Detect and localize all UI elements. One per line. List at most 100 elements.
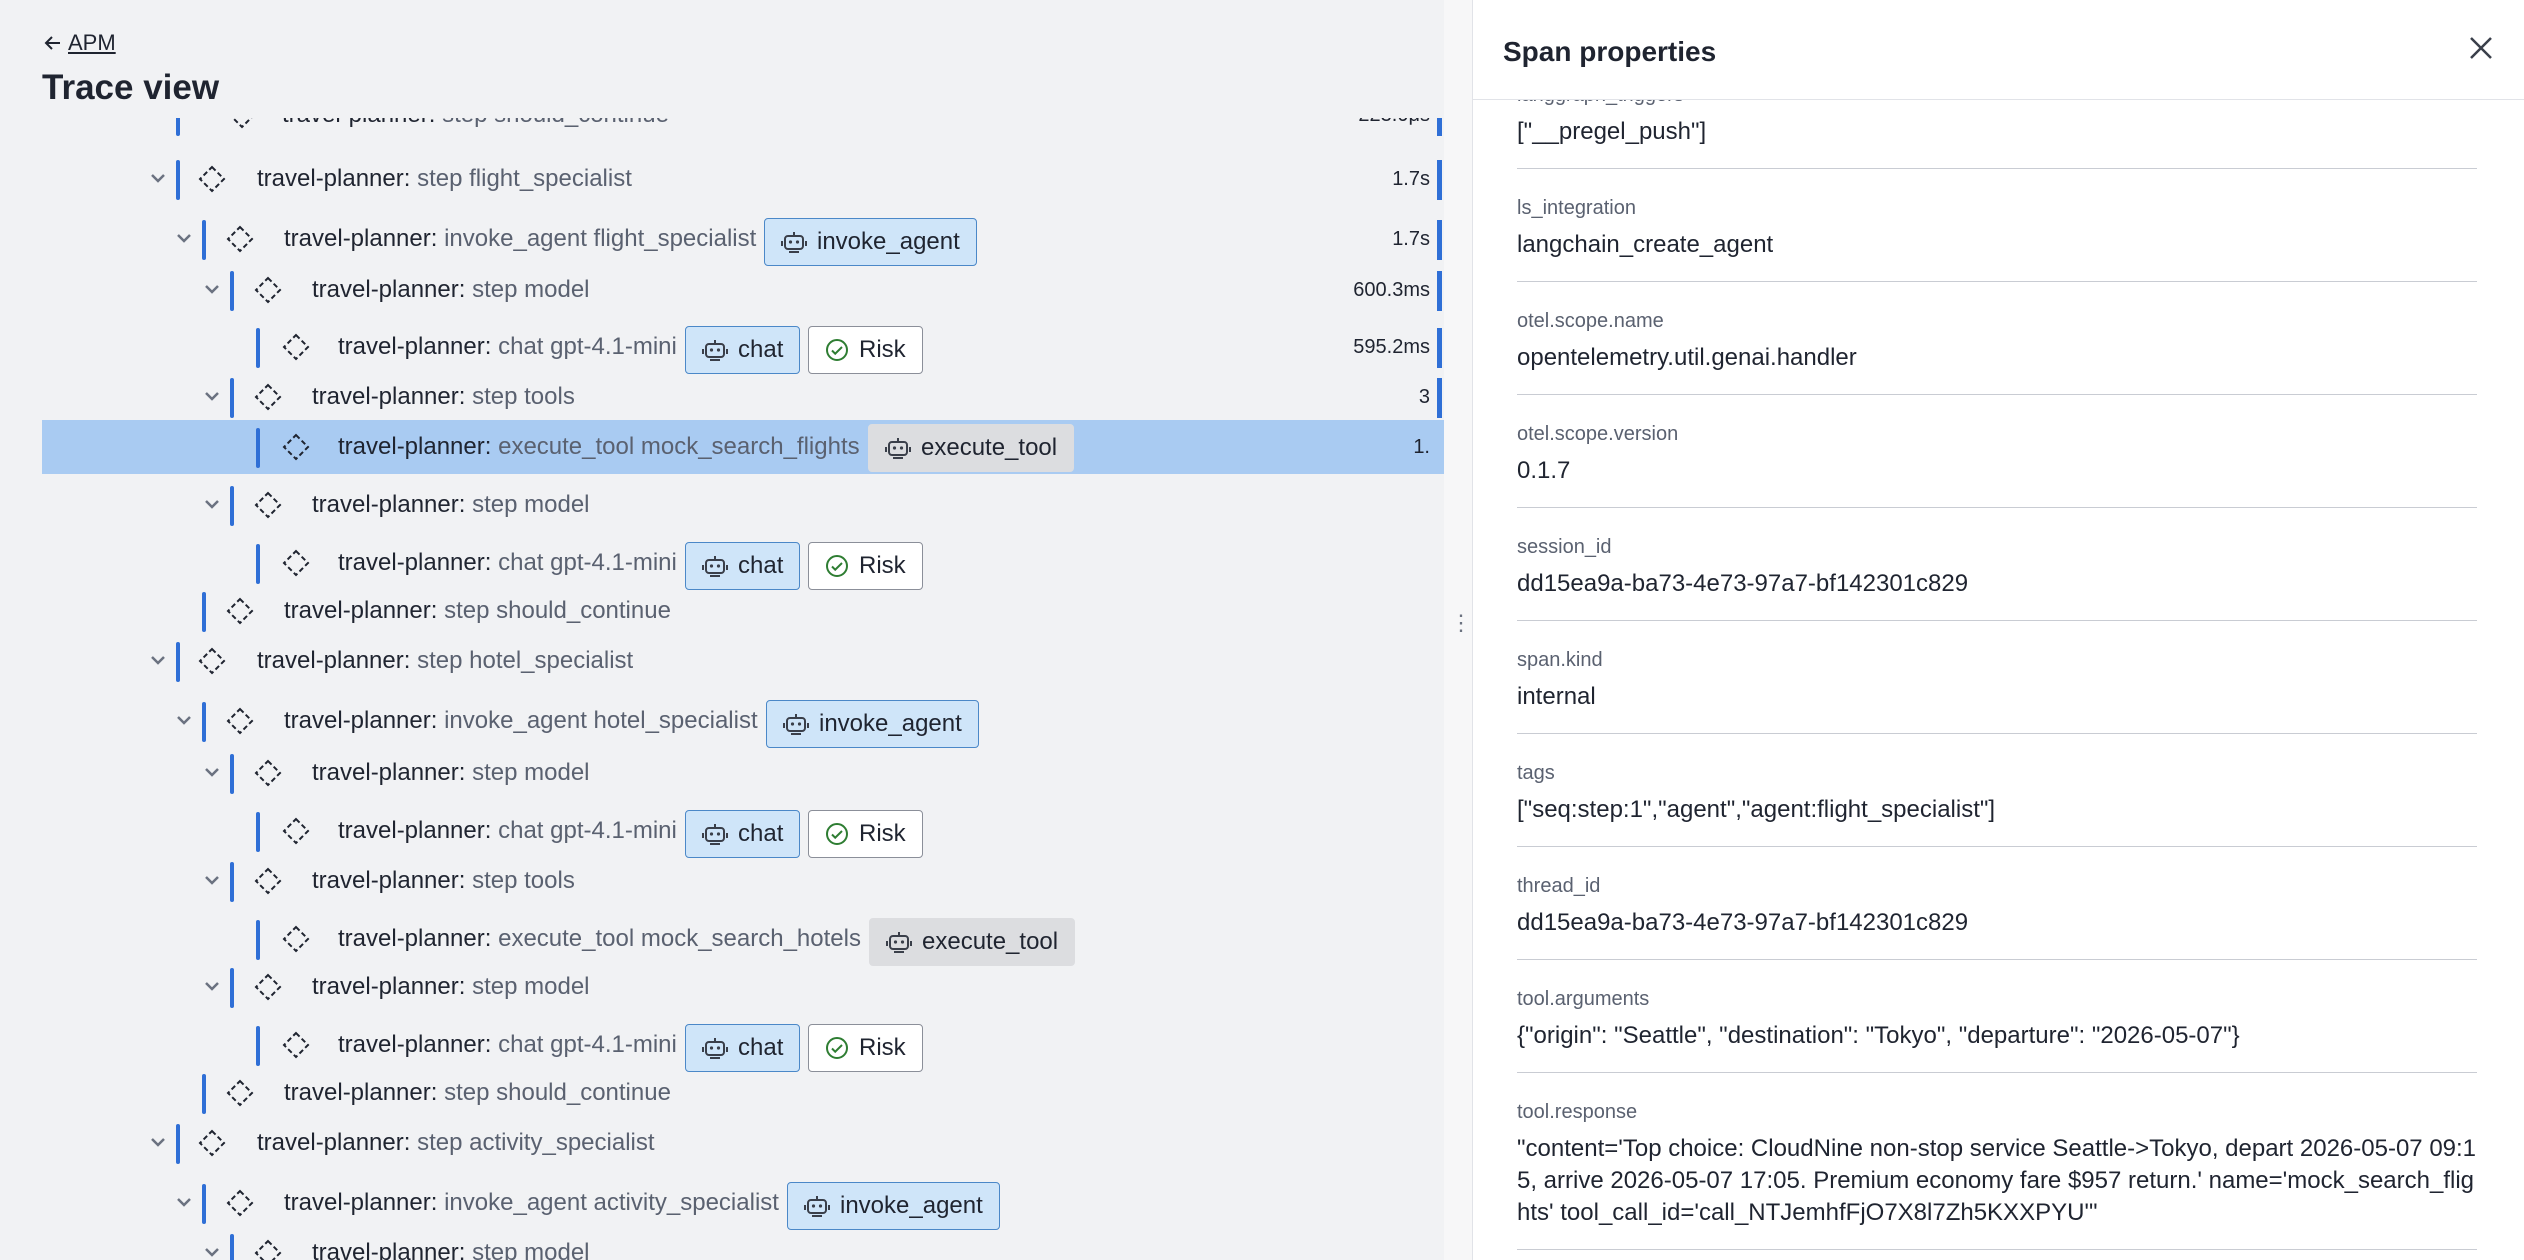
trace-row[interactable]: travel-planner: step should_continue (42, 1068, 1444, 1118)
duration-bar (1437, 118, 1442, 136)
badge-label: chat (738, 1034, 784, 1061)
trace-row[interactable]: travel-planner: step hotel_specialist (42, 636, 1444, 686)
chevron-down-icon[interactable] (200, 493, 224, 517)
trace-row[interactable]: travel-planner: step tools (42, 856, 1444, 906)
robot-icon (702, 556, 728, 577)
chat-badge[interactable]: chat (685, 542, 801, 590)
property-value: "content='Top choice: CloudNine non-stop… (1517, 1135, 2477, 1226)
tree-guide (202, 592, 206, 632)
robot-icon (702, 340, 728, 361)
robot-icon (783, 714, 809, 735)
trace-row[interactable]: travel-planner: step model (42, 962, 1444, 1012)
check-circle-icon (826, 339, 848, 361)
chevron-down-icon[interactable] (200, 1241, 224, 1260)
property-key: ls_integration (1517, 197, 1636, 219)
risk-badge[interactable]: Risk (808, 810, 923, 858)
trace-row[interactable]: travel-planner: chat gpt-4.1-mini chat Ris… (42, 806, 1444, 858)
chat-badge[interactable]: chat (685, 326, 801, 374)
chevron-down-icon[interactable] (146, 1131, 170, 1155)
risk-badge[interactable]: Risk (808, 1024, 923, 1072)
back-link[interactable]: APM (42, 30, 116, 56)
execute-tool-badge[interactable]: execute_tool (869, 918, 1076, 966)
tree-guide (202, 220, 206, 260)
tree-guide (256, 544, 260, 584)
duration-bar (1437, 378, 1442, 418)
invoke-agent-badge[interactable]: invoke_agent (764, 218, 977, 266)
risk-badge[interactable]: Risk (808, 542, 923, 590)
check-circle-icon (826, 555, 848, 577)
trace-row[interactable]: travel-planner: step model (42, 480, 1444, 530)
span-diamond-icon (282, 817, 310, 845)
span-name: travel-planner: step activity_specialist (257, 1129, 655, 1156)
chevron-down-icon[interactable] (172, 1191, 196, 1215)
chevron-down-icon[interactable] (200, 975, 224, 999)
chevron-down-icon[interactable] (200, 278, 224, 302)
trace-row[interactable]: travel-planner: invoke_agent flight_spec… (42, 214, 1444, 266)
span-diamond-icon (198, 1129, 226, 1157)
span-diamond-icon (282, 1031, 310, 1059)
risk-badge[interactable]: Risk (808, 326, 923, 374)
trace-row[interactable]: travel-planner: step model (42, 748, 1444, 798)
chevron-down-icon[interactable] (146, 167, 170, 191)
trace-row[interactable]: travel-planner: step flight_specialist 1.… (42, 154, 1444, 204)
panel-title: Span properties (1503, 36, 1717, 67)
chevron-down-icon[interactable] (172, 227, 196, 251)
invoke-agent-badge[interactable]: invoke_agent (787, 1182, 1000, 1230)
span-properties-panel: langgraph_triggers["__pregel_push"]ls_in… (1472, 0, 2524, 1260)
properties-list: langgraph_triggers["__pregel_push"]ls_in… (1517, 84, 2477, 1250)
invoke-agent-badge[interactable]: invoke_agent (766, 700, 979, 748)
trace-row-partial[interactable]: travel-planner: step should_continue 223… (42, 118, 1444, 140)
badge-label: execute_tool (922, 928, 1059, 955)
span-diamond-icon (254, 383, 282, 411)
span-duration: 3 (1418, 386, 1430, 408)
risk-label: Risk (859, 336, 906, 363)
chevron-down-icon[interactable] (200, 761, 224, 785)
property-value: dd15ea9a-ba73-4e73-97a7-bf142301c829 (1517, 909, 1969, 936)
property-value: langchain_create_agent (1517, 231, 1774, 258)
chat-badge[interactable]: chat (685, 1024, 801, 1072)
property-item: span.kind internal (1517, 621, 2477, 734)
span-name: travel-planner: step should_continue (284, 1079, 671, 1106)
property-value: dd15ea9a-ba73-4e73-97a7-bf142301c829 (1517, 570, 1969, 597)
span-diamond-icon (226, 225, 254, 253)
execute-tool-badge[interactable]: execute_tool (868, 424, 1075, 472)
trace-row[interactable]: travel-planner: invoke_agent hotel_speci… (42, 696, 1444, 748)
close-icon[interactable] (2465, 32, 2497, 64)
trace-row[interactable]: travel-planner: step tools 3 (42, 372, 1444, 422)
back-link-label[interactable]: APM (68, 30, 116, 56)
span-diamond-icon (226, 1079, 254, 1107)
trace-row[interactable]: travel-planner: chat gpt-4.1-mini chat Ris… (42, 1020, 1444, 1072)
badge-label: invoke_agent (840, 1192, 983, 1219)
span-name: travel-planner: chat gpt-4.1-mini (338, 333, 677, 360)
trace-row[interactable]: travel-planner: step should_continue (42, 586, 1444, 636)
panel-header: Span properties (1473, 0, 2524, 100)
chevron-down-icon[interactable] (146, 649, 170, 673)
badge-label: chat (738, 552, 784, 579)
property-value: internal (1517, 683, 1596, 710)
span-diamond-icon (231, 118, 253, 129)
tree-guide (230, 271, 234, 311)
span-name: travel-planner: step model (312, 1239, 590, 1260)
property-value: 0.1.7 (1517, 457, 1571, 484)
badge-label: invoke_agent (819, 710, 962, 737)
property-key: session_id (1517, 536, 1612, 558)
trace-row[interactable]: travel-planner: step model 600.3ms (42, 265, 1444, 315)
trace-row-selected[interactable]: travel-planner: execute_tool mock_search… (42, 420, 1444, 474)
tree-guide (230, 486, 234, 526)
trace-row[interactable]: travel-planner: step model (42, 1228, 1444, 1260)
chat-badge[interactable]: chat (685, 810, 801, 858)
span-duration: 1. (1413, 436, 1430, 458)
chevron-down-icon[interactable] (200, 385, 224, 409)
trace-row[interactable]: travel-planner: execute_tool mock_search… (42, 914, 1444, 966)
span-diamond-icon (254, 973, 282, 1001)
trace-row[interactable]: travel-planner: invoke_agent activity_sp… (42, 1178, 1444, 1230)
trace-row[interactable]: travel-planner: step activity_specialist (42, 1118, 1444, 1168)
span-diamond-icon (198, 165, 226, 193)
chevron-down-icon[interactable] (200, 869, 224, 893)
tree-guide (176, 642, 180, 682)
trace-row[interactable]: travel-planner: chat gpt-4.1-mini chat Ris… (42, 538, 1444, 590)
span-name: travel-planner: execute_tool mock_search… (338, 925, 861, 952)
chevron-down-icon[interactable] (172, 709, 196, 733)
span-diamond-icon (254, 867, 282, 895)
trace-row[interactable]: travel-planner: chat gpt-4.1-mini 595.2ms… (42, 322, 1444, 374)
